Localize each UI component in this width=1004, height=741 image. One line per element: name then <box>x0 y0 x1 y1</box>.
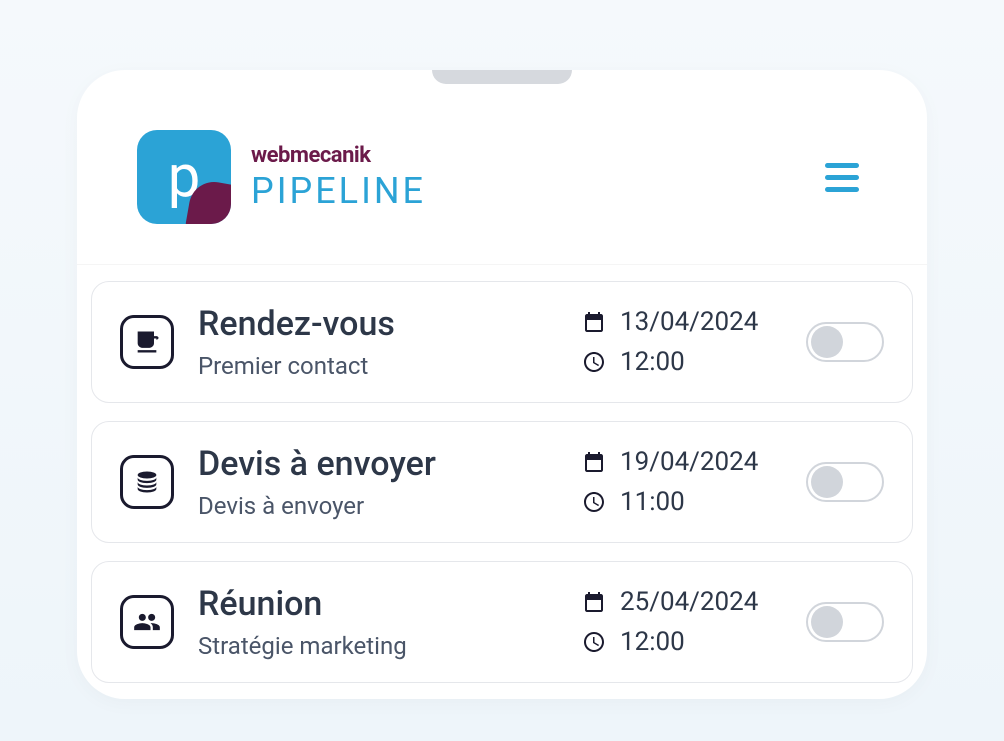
task-meta: 25/04/2024 12:00 <box>582 587 782 657</box>
task-title: Réunion <box>198 584 558 624</box>
date-row: 25/04/2024 <box>582 587 782 617</box>
task-toggle[interactable] <box>806 322 884 362</box>
app-header: p webmecanik PIPELINE <box>77 70 927 265</box>
task-card[interactable]: Rendez-vous Premier contact 13/04/2024 1… <box>91 281 913 403</box>
task-time: 11:00 <box>620 487 685 517</box>
task-card[interactable]: Réunion Stratégie marketing 25/04/2024 1… <box>91 561 913 683</box>
toggle-knob <box>811 606 843 638</box>
clock-icon <box>582 630 606 654</box>
task-card[interactable]: Devis à envoyer Devis à envoyer 19/04/20… <box>91 421 913 543</box>
task-content: Rendez-vous Premier contact <box>198 304 558 380</box>
task-time: 12:00 <box>620 347 685 377</box>
task-time: 12:00 <box>620 627 685 657</box>
task-toggle[interactable] <box>806 462 884 502</box>
task-date: 19/04/2024 <box>620 447 758 477</box>
task-date: 13/04/2024 <box>620 307 758 337</box>
task-subtitle: Stratégie marketing <box>198 632 558 660</box>
coins-icon <box>120 455 174 509</box>
product-name: PIPELINE <box>251 170 426 212</box>
calendar-icon <box>582 310 606 334</box>
task-content: Devis à envoyer Devis à envoyer <box>198 444 558 520</box>
clock-icon <box>582 350 606 374</box>
task-title: Devis à envoyer <box>198 444 558 484</box>
logo: p webmecanik PIPELINE <box>137 130 426 224</box>
toggle-knob <box>811 326 843 358</box>
logo-text: webmecanik PIPELINE <box>251 143 426 212</box>
task-subtitle: Premier contact <box>198 352 558 380</box>
brand-name: webmecanik <box>251 143 426 168</box>
time-row: 11:00 <box>582 487 782 517</box>
task-toggle[interactable] <box>806 602 884 642</box>
task-date: 25/04/2024 <box>620 587 758 617</box>
logo-icon: p <box>137 130 231 224</box>
toggle-knob <box>811 466 843 498</box>
time-row: 12:00 <box>582 627 782 657</box>
time-row: 12:00 <box>582 347 782 377</box>
coffee-icon <box>120 315 174 369</box>
device-notch <box>432 70 572 84</box>
date-row: 19/04/2024 <box>582 447 782 477</box>
menu-icon[interactable] <box>817 155 867 200</box>
app-window: p webmecanik PIPELINE Rendez-vous Premie… <box>77 70 927 699</box>
calendar-icon <box>582 590 606 614</box>
date-row: 13/04/2024 <box>582 307 782 337</box>
task-content: Réunion Stratégie marketing <box>198 584 558 660</box>
people-icon <box>120 595 174 649</box>
task-meta: 13/04/2024 12:00 <box>582 307 782 377</box>
clock-icon <box>582 490 606 514</box>
task-list: Rendez-vous Premier contact 13/04/2024 1… <box>77 265 927 699</box>
task-subtitle: Devis à envoyer <box>198 492 558 520</box>
task-meta: 19/04/2024 11:00 <box>582 447 782 517</box>
task-title: Rendez-vous <box>198 304 558 344</box>
calendar-icon <box>582 450 606 474</box>
